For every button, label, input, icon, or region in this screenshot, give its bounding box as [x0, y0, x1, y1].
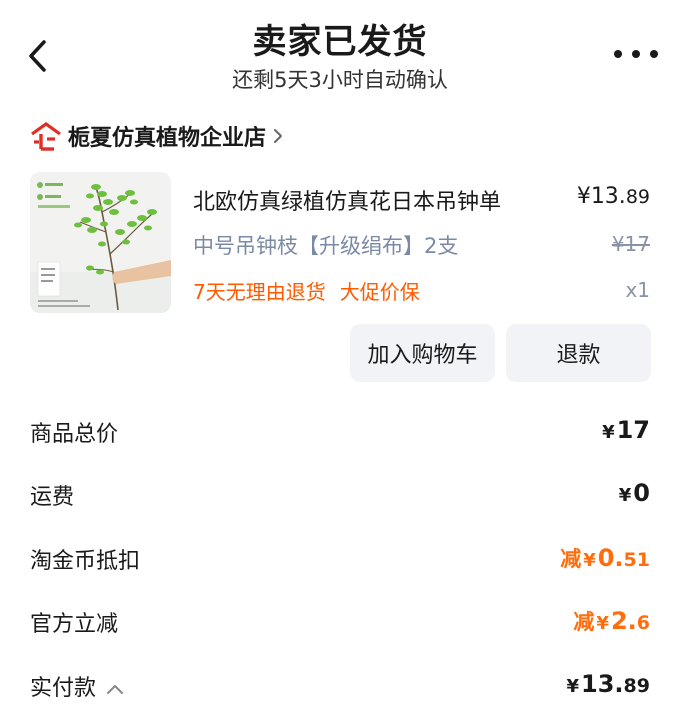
goods-total-label: 商品总价 — [30, 422, 119, 447]
refund-button[interactable]: 退款 — [506, 324, 651, 382]
more-options-button[interactable] — [614, 44, 658, 64]
product-price: ¥13.89 — [577, 184, 650, 209]
price-protection-tag: 大促价保 — [339, 280, 420, 304]
currency-symbol: ¥ — [566, 676, 580, 697]
enterprise-shop-icon — [31, 122, 61, 151]
amount-decimal: 51 — [623, 549, 650, 571]
amount-decimal: 6 — [636, 612, 650, 634]
currency-symbol: ¥ — [576, 184, 591, 209]
product-quantity: x1 — [625, 278, 650, 302]
product-spec: 中号吊钟枝【升级绢布】2支 — [193, 234, 459, 258]
dot-icon — [650, 50, 658, 58]
coin-deduction-value: 减 ¥0.51 — [560, 543, 650, 573]
product-image — [30, 172, 171, 313]
page-header: 卖家已发货 还剩5天3小时自动确认 — [0, 0, 680, 110]
currency-symbol: ¥ — [602, 422, 615, 443]
page-title: 卖家已发货 — [252, 22, 428, 62]
amount-integer: 2. — [610, 607, 637, 635]
paid-amount-row[interactable]: 实付款 ¥13.89 — [30, 670, 650, 710]
goods-total-row: 商品总价 ¥17 — [30, 416, 650, 456]
service-tags: 7天无理由退货 大促价保 — [193, 276, 420, 305]
amount-decimal: 89 — [623, 675, 650, 697]
amount: 17 — [616, 416, 650, 444]
currency-symbol: ¥ — [618, 485, 632, 506]
amount-integer: 0. — [597, 544, 624, 572]
auto-confirm-countdown: 还剩5天3小时自动确认 — [232, 68, 448, 92]
add-to-cart-button[interactable]: 加入购物车 — [350, 324, 495, 382]
shop-link[interactable]: 栀夏仿真植物企业店 — [30, 120, 284, 152]
shop-name: 栀夏仿真植物企业店 — [68, 126, 267, 151]
shipping-row: 运费 ¥0 — [30, 479, 650, 519]
coin-deduction-label: 淘金币抵扣 — [30, 549, 141, 574]
price-integer: 13. — [590, 184, 626, 209]
return-policy-tag: 7天无理由退货 — [193, 280, 326, 304]
shipping-label: 运费 — [30, 485, 75, 510]
original-price: ¥17 — [611, 232, 650, 256]
dot-icon — [614, 50, 622, 58]
paid-label-text: 实付款 — [30, 676, 97, 701]
currency-symbol: ¥ — [583, 550, 596, 571]
paid-amount-label[interactable]: 实付款 — [30, 670, 124, 702]
dot-icon — [632, 50, 640, 58]
paid-amount-value: ¥13.89 — [567, 670, 651, 698]
amount: 0 — [633, 479, 650, 507]
chevron-right-icon — [274, 129, 283, 143]
official-discount-value: 减 ¥2.6 — [573, 606, 650, 636]
price-decimal: 89 — [625, 186, 650, 208]
chevron-up-icon — [107, 685, 124, 694]
currency-symbol: ¥ — [596, 613, 609, 634]
product-title[interactable]: 北欧仿真绿植仿真花日本吊钟单 — [193, 184, 501, 216]
goods-total-value: ¥17 — [602, 416, 650, 444]
amount-integer: 13. — [581, 670, 624, 698]
official-discount-row: 官方立减 减 ¥2.6 — [30, 606, 650, 646]
shipping-value: ¥0 — [619, 479, 650, 507]
discount-prefix: 减 — [573, 610, 595, 634]
product-thumbnail[interactable] — [30, 172, 171, 313]
discount-prefix: 减 — [560, 547, 582, 571]
coin-deduction-row: 淘金币抵扣 减 ¥0.51 — [30, 543, 650, 583]
official-discount-label: 官方立减 — [30, 612, 119, 637]
